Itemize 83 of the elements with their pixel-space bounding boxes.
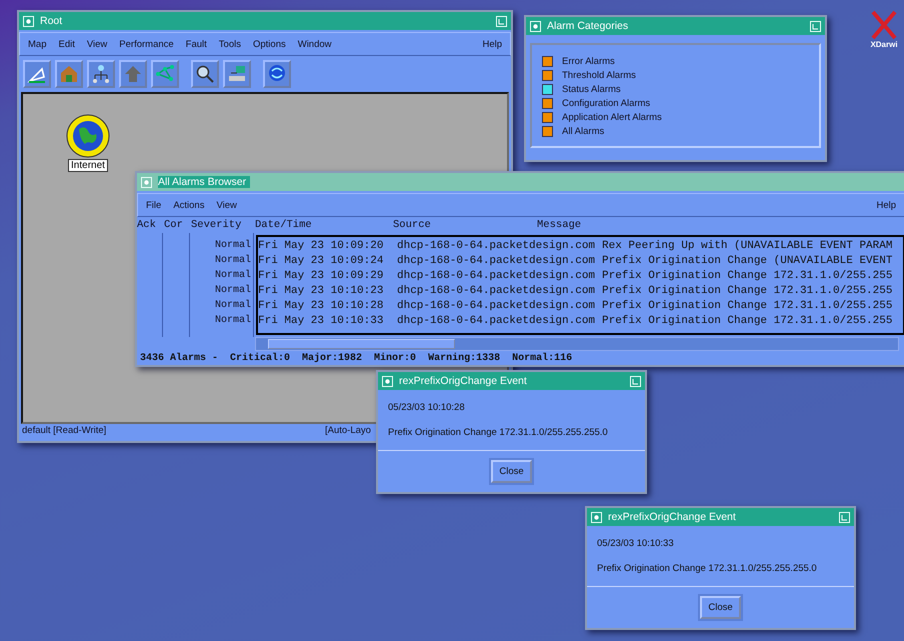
maximize-icon[interactable] xyxy=(810,20,821,32)
alarm-count: Normal:116 xyxy=(512,353,572,364)
date-cell-text: Fri May 23 10:09:29 xyxy=(258,270,384,282)
severity-cell-text: Normal xyxy=(214,298,251,313)
maximize-icon[interactable] xyxy=(630,376,641,386)
severity-cell-text: Normal xyxy=(214,314,251,328)
menu-item[interactable]: View xyxy=(216,200,237,210)
help-menu[interactable]: Help xyxy=(876,200,896,210)
help-menu[interactable]: Help xyxy=(482,38,502,50)
source-cell-text: dhcp-168-0-64.packetdesign.com xyxy=(397,284,596,296)
menu-item[interactable]: Options xyxy=(252,38,286,50)
column-header[interactable]: Message xyxy=(537,219,737,231)
event-message: Prefix Origination Change 172.31.1.0/255.255.255.0 xyxy=(597,563,818,574)
close-button[interactable]: Close xyxy=(700,596,741,619)
alarm-count: Minor:0 xyxy=(374,353,416,364)
menu-item[interactable]: Actions xyxy=(173,200,204,210)
category-item[interactable]: All Alarms xyxy=(562,126,604,136)
window-title: All Alarms Browser xyxy=(158,176,250,188)
date-cell-text: Fri May 23 10:09:24 xyxy=(258,254,384,266)
event-message: Prefix Origination Change 172.31.1.0/255.255.255.0 xyxy=(388,427,609,438)
message-cell: Rex Peering Up with (UNAVAILABLE EVENT PARAM xyxy=(602,240,892,252)
column-header[interactable]: Ack xyxy=(137,219,164,231)
menu-item[interactable]: Fault xyxy=(186,38,207,50)
toolbar-button[interactable] xyxy=(263,60,291,88)
window-menu-icon[interactable] xyxy=(23,16,34,26)
severity-cell-text: Normal xyxy=(214,238,251,253)
date-cell-text: Fri May 23 10:10:23 xyxy=(258,284,384,296)
node-label: Internet xyxy=(68,159,108,172)
window-menu-icon[interactable] xyxy=(591,512,602,522)
date-cell-text: Fri May 23 10:10:28 xyxy=(258,300,384,312)
menu-item[interactable]: Window xyxy=(298,38,332,50)
window-menu-icon[interactable] xyxy=(530,20,541,32)
hierarchy-icon xyxy=(90,63,112,85)
close-button[interactable]: Close xyxy=(491,460,532,483)
alarm-count: Major:1982 xyxy=(302,353,362,364)
category-item[interactable]: Configuration Alarms xyxy=(562,98,650,108)
message-cell: Prefix Origination Change 172.31.1.0/255.255 xyxy=(602,270,892,282)
alarm-count: Critical:0 xyxy=(230,353,290,364)
message-cell: Prefix Origination Change 172.31.1.0/255.255 xyxy=(602,314,892,326)
alarm-count: 3436 Alarms - xyxy=(140,353,218,364)
column-header[interactable]: Source xyxy=(393,219,537,231)
column-header[interactable]: Date/Time xyxy=(255,219,393,231)
category-item[interactable]: Application Alert Alarms xyxy=(562,112,662,122)
source-cell-text: dhcp-168-0-64.packetdesign.com xyxy=(397,270,596,282)
event-timestamp: 05/23/03 10:10:28 xyxy=(388,402,466,413)
column-header[interactable]: Cor xyxy=(164,219,191,231)
window-menu-icon[interactable] xyxy=(141,176,152,188)
window-menu-icon[interactable] xyxy=(382,376,393,386)
category-item[interactable]: Threshold Alarms xyxy=(562,70,636,80)
maximize-icon[interactable] xyxy=(496,16,507,26)
status-text: default [Read-Write] xyxy=(22,425,108,438)
message-cell: Prefix Origination Change (UNAVAILABLE EVENT xyxy=(602,254,892,266)
menu-item[interactable]: File xyxy=(146,200,162,210)
toolbar-button[interactable] xyxy=(23,60,51,88)
menu-item[interactable]: Edit xyxy=(58,38,75,50)
toolbar-button[interactable] xyxy=(87,60,115,88)
message-cell: Prefix Origination Change 172.31.1.0/255.255 xyxy=(602,300,892,312)
source-cell-text: dhcp-168-0-64.packetdesign.com xyxy=(397,240,596,252)
status-text: [Auto-Layo xyxy=(325,425,371,438)
alarm-count: Warning:1338 xyxy=(428,353,500,364)
source-cell-text: dhcp-168-0-64.packetdesign.com xyxy=(397,314,596,326)
message-cell: Prefix Origination Change 172.31.1.0/255.255 xyxy=(602,284,892,296)
search-icon xyxy=(194,63,216,85)
maximize-icon[interactable] xyxy=(839,512,850,522)
house-icon xyxy=(58,63,80,85)
source-cell-text: dhcp-168-0-64.packetdesign.com xyxy=(397,300,596,312)
category-item[interactable]: Status Alarms xyxy=(562,84,621,94)
desktop-icon-label: XDarwi xyxy=(870,40,898,49)
severity-cell-text: Normal xyxy=(214,284,251,298)
severity-cell-text: Normal xyxy=(214,268,251,283)
menu-item[interactable]: View xyxy=(86,38,108,50)
toolbar-button[interactable] xyxy=(191,60,219,88)
horizontal-scrollbar[interactable] xyxy=(255,337,899,351)
menu-item[interactable]: Tools xyxy=(218,38,241,50)
menu-item[interactable]: Map xyxy=(28,38,46,50)
menu-item[interactable]: Performance xyxy=(119,38,174,50)
column-header[interactable]: Severity xyxy=(191,219,255,231)
source-cell-text: dhcp-168-0-64.packetdesign.com xyxy=(397,254,596,266)
severity-cell-text: Normal xyxy=(214,254,251,268)
date-cell-text: Fri May 23 10:09:20 xyxy=(258,240,384,252)
event-timestamp: 05/23/03 10:10:33 xyxy=(597,538,675,549)
date-cell-text: Fri May 23 10:10:33 xyxy=(258,314,384,326)
category-item[interactable]: Error Alarms xyxy=(562,56,615,66)
